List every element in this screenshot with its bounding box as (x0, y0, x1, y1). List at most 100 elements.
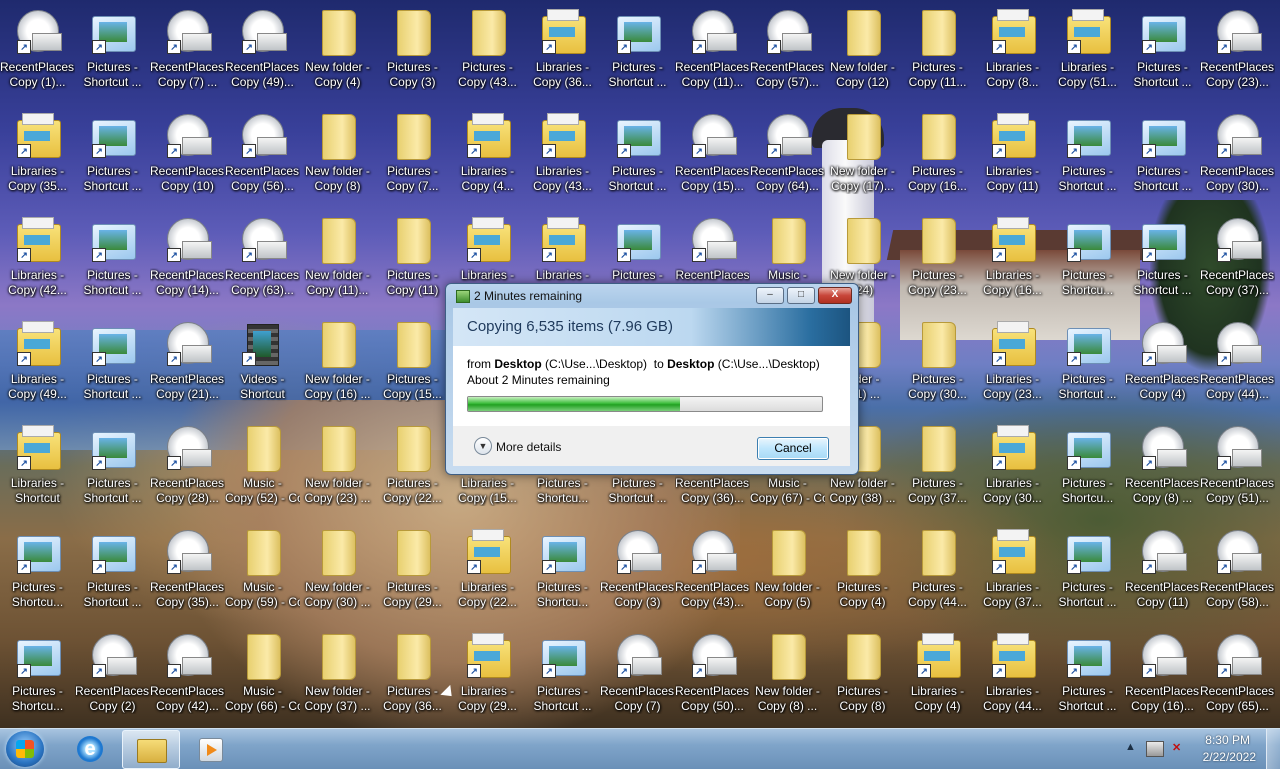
desktop-icon[interactable]: Music -Copy (59) - Copy (225, 524, 300, 628)
desktop-icon[interactable]: Pictures - Copy (11... (900, 4, 975, 108)
desktop-icon[interactable]: ↗ Pictures -Shortcu... (1050, 212, 1125, 316)
desktop-icon[interactable]: Pictures - Copy (23... (900, 212, 975, 316)
desktop-icon[interactable]: Pictures - Copy (44... (900, 524, 975, 628)
desktop-icon[interactable]: ↗ Pictures -Shortcut ... (75, 212, 150, 316)
desktop-icon[interactable]: ↗ RecentPlaces - Copy (28)... (150, 420, 225, 524)
desktop-icon[interactable]: ↗ RecentPlaces - Copy (58)... (1200, 524, 1275, 628)
desktop-icon[interactable]: ↗ RecentPlaces - Copy (43)... (675, 524, 750, 628)
desktop-icon[interactable]: ↗ Libraries - Copy (44... (975, 628, 1050, 728)
desktop-icon[interactable]: ↗ Pictures -Shortcut ... (1050, 108, 1125, 212)
desktop-icon[interactable]: ↗ Pictures -Shortcut ... (600, 4, 675, 108)
desktop-icon[interactable]: ↗ RecentPlaces - Copy (16)... (1125, 628, 1200, 728)
desktop-icon[interactable]: Pictures - Copy (43... (450, 4, 525, 108)
maximize-button[interactable]: □ (787, 287, 815, 304)
desktop-icon[interactable]: ↗ Pictures -Shortcut ... (1050, 316, 1125, 420)
desktop-icon[interactable]: ↗ RecentPlaces - Copy (7) (600, 628, 675, 728)
desktop-icon[interactable]: ↗ RecentPlaces - Copy (64)... (750, 108, 825, 212)
show-hidden-icons-icon[interactable]: ▲ (1125, 741, 1136, 753)
desktop-icon[interactable]: ↗ RecentPlaces - Copy (35)... (150, 524, 225, 628)
desktop-icon[interactable]: ↗ RecentPlaces - Copy (44)... (1200, 316, 1275, 420)
desktop-icon[interactable]: ↗ Pictures -Shortcu... (0, 628, 75, 728)
desktop-icon[interactable]: ↗ RecentPlaces - Copy (23)... (1200, 4, 1275, 108)
desktop-icon[interactable]: ↗ Pictures -Shortcut ... (600, 108, 675, 212)
desktop-icon[interactable]: ↗ RecentPlaces - Copy (49)... (225, 4, 300, 108)
desktop-icon[interactable]: Pictures - Copy (16... (900, 108, 975, 212)
desktop-icon[interactable]: ↗ Pictures -Shortcut ... (75, 524, 150, 628)
desktop-icon[interactable]: Pictures - Copy (11) (375, 212, 450, 316)
chevron-down-icon[interactable]: ▼ (474, 437, 492, 455)
desktop-icon[interactable]: ↗ Libraries - Copy (29... (450, 628, 525, 728)
desktop-icon[interactable]: ↗ Libraries - Copy (35... (0, 108, 75, 212)
desktop-icon[interactable]: ↗ Libraries - Copy (11) (975, 108, 1050, 212)
network-icon[interactable] (1146, 741, 1164, 757)
desktop-icon[interactable]: ↗ Libraries - Copy (36... (525, 4, 600, 108)
desktop-icon[interactable]: Pictures - Copy (36... (375, 628, 450, 728)
desktop-icon[interactable]: ↗ Libraries - Copy (23... (975, 316, 1050, 420)
desktop-icon[interactable]: ↗ Libraries - Copy (4... (450, 108, 525, 212)
desktop-icon[interactable]: ↗ RecentPlaces - Copy (10) (150, 108, 225, 212)
minimize-button[interactable]: – (756, 287, 784, 304)
desktop-icon[interactable]: ↗ RecentPlaces - Copy (42)... (150, 628, 225, 728)
desktop-icon[interactable]: ↗ Pictures -Shortcut ... (75, 4, 150, 108)
desktop-icon[interactable]: ↗ RecentPlaces - Copy (37)... (1200, 212, 1275, 316)
desktop-icon[interactable]: ↗ Pictures -Shortcut ... (1050, 524, 1125, 628)
more-details-toggle[interactable]: More details (496, 440, 561, 454)
desktop-icon[interactable]: ↗ Pictures -Shortcut ... (1125, 212, 1200, 316)
desktop-icon[interactable]: Pictures - Copy (22... (375, 420, 450, 524)
desktop-icon[interactable]: New folder - Copy (11)... (300, 212, 375, 316)
desktop-icon[interactable]: Pictures - Copy (8) (825, 628, 900, 728)
taskbar-internet-explorer[interactable]: e (62, 730, 118, 767)
desktop-icon[interactable]: ↗ RecentPlaces - Copy (56)... (225, 108, 300, 212)
desktop-icon[interactable]: ↗ RecentPlaces - Copy (14)... (150, 212, 225, 316)
desktop-icon[interactable]: Pictures - Copy (30... (900, 316, 975, 420)
desktop-icon[interactable]: ↗ Libraries - Copy (22... (450, 524, 525, 628)
taskbar-media-player[interactable] (182, 730, 238, 767)
desktop-icon[interactable]: ↗ Libraries - Copy (51... (1050, 4, 1125, 108)
desktop-icon[interactable]: ↗ Libraries - Copy (49... (0, 316, 75, 420)
desktop-icon[interactable]: ↗ RecentPlaces - Copy (15)... (675, 108, 750, 212)
desktop-icon[interactable]: New folder - Copy (37) ... (300, 628, 375, 728)
desktop-icon[interactable]: ↗ Libraries - Copy (8... (975, 4, 1050, 108)
desktop-icon[interactable]: ↗ RecentPlaces - Copy (21)... (150, 316, 225, 420)
cancel-button[interactable]: Cancel (757, 437, 829, 460)
desktop-icon[interactable]: Pictures - Copy (4) (825, 524, 900, 628)
desktop-icon[interactable]: Pictures - Copy (15... (375, 316, 450, 420)
desktop-icon[interactable]: Pictures - Copy (7... (375, 108, 450, 212)
desktop-icon[interactable]: New folder - Copy (17)... (825, 108, 900, 212)
desktop-icon[interactable]: ↗ Libraries - Shortcut (0, 420, 75, 524)
desktop-icon[interactable]: ↗ RecentPlaces - Copy (11)... (675, 4, 750, 108)
desktop-icon[interactable]: ↗ RecentPlaces - Copy (2) (75, 628, 150, 728)
desktop-icon[interactable]: ↗ Pictures -Shortcut ... (75, 316, 150, 420)
volume-muted-icon[interactable]: ✕ (1172, 741, 1188, 755)
desktop-icon[interactable]: New folder - Copy (8) ... (750, 628, 825, 728)
desktop-icon[interactable]: New folder - Copy (4) (300, 4, 375, 108)
start-button[interactable] (6, 731, 44, 767)
desktop-icon[interactable]: ↗ RecentPlaces - Copy (50)... (675, 628, 750, 728)
desktop-icon[interactable]: ↗ RecentPlaces - Copy (4) (1125, 316, 1200, 420)
desktop-icon[interactable]: ↗ RecentPlaces - Copy (8) ... (1125, 420, 1200, 524)
desktop-icon[interactable]: ↗ RecentPlaces - Copy (65)... (1200, 628, 1275, 728)
desktop-icon[interactable]: ↗ Libraries - Copy (37... (975, 524, 1050, 628)
clock-date[interactable]: 2/22/2022 (1190, 750, 1256, 764)
desktop-icon[interactable]: ↗ Libraries - Copy (43... (525, 108, 600, 212)
desktop-icon[interactable]: ↗ Videos - Shortcut (225, 316, 300, 420)
desktop-icon[interactable]: Music -Copy (66) - Copy (225, 628, 300, 728)
desktop-icon[interactable]: ↗ Libraries - Copy (16... (975, 212, 1050, 316)
desktop-icon[interactable]: New folder - Copy (30) ... (300, 524, 375, 628)
desktop-icon[interactable]: ↗ RecentPlaces - Copy (63)... (225, 212, 300, 316)
clock-time[interactable]: 8:30 PM (1190, 733, 1250, 747)
desktop-icon[interactable]: ↗ Pictures -Shortcu... (1050, 420, 1125, 524)
desktop-icon[interactable]: ↗ RecentPlaces - Copy (7) ... (150, 4, 225, 108)
desktop-icon[interactable]: ↗ Pictures -Shortcut ... (1125, 4, 1200, 108)
desktop-icon[interactable]: New folder - Copy (8) (300, 108, 375, 212)
desktop-icon[interactable]: ↗ Libraries - Copy (30... (975, 420, 1050, 524)
desktop-icon[interactable]: New folder - Copy (5) (750, 524, 825, 628)
desktop-icon[interactable]: New folder - Copy (23) ... (300, 420, 375, 524)
taskbar-windows-explorer[interactable] (122, 730, 180, 769)
desktop-icon[interactable]: ↗ Pictures -Shortcu... (0, 524, 75, 628)
desktop-icon[interactable]: ↗ Pictures -Shortcut ... (1050, 628, 1125, 728)
desktop-icon[interactable]: Music -Copy (52) - Copy (225, 420, 300, 524)
desktop-icon[interactable]: Pictures - Copy (37... (900, 420, 975, 524)
desktop-icon[interactable]: ↗ Libraries - Copy (4) (900, 628, 975, 728)
desktop-icon[interactable]: ↗ Pictures -Shortcut ... (75, 420, 150, 524)
